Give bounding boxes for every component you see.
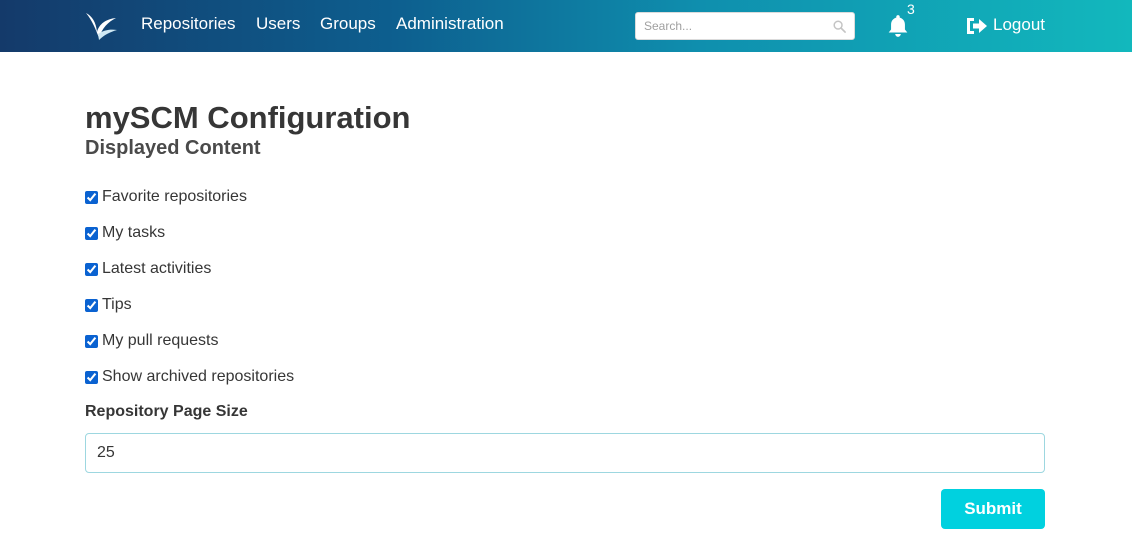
nav-item-users[interactable]: Users [256,14,300,34]
checkbox-label: Tips [102,296,132,313]
latest-activities-checkbox[interactable] [85,262,98,276]
checkbox-row-latest-activities[interactable]: Latest activities [85,259,211,279]
page-size-label: Repository Page Size [85,403,248,420]
tips-checkbox[interactable] [85,298,98,312]
nav-item-groups[interactable]: Groups [320,14,376,34]
logout-label: Logout [993,15,1045,34]
sign-out-icon [967,18,987,34]
page-size-input[interactable] [85,433,1045,473]
show-archived-repositories-checkbox[interactable] [85,370,98,384]
page-title: mySCM Configuration [85,100,411,135]
favorite-repositories-checkbox[interactable] [85,190,98,204]
search-icon[interactable] [833,20,846,33]
search-box [635,12,855,40]
submit-button[interactable]: Submit [941,489,1045,529]
checkbox-row-tips[interactable]: Tips [85,295,132,315]
my-pull-requests-checkbox[interactable] [85,334,98,348]
checkbox-label: My pull requests [102,332,219,349]
top-navbar: Repositories Users Groups Administration… [0,0,1132,52]
checkbox-row-my-tasks[interactable]: My tasks [85,223,165,243]
scm-logo-icon[interactable] [84,10,118,42]
my-tasks-checkbox[interactable] [85,226,98,240]
search-input[interactable] [636,13,826,39]
page-subtitle: Displayed Content [85,137,261,159]
nav-item-repositories[interactable]: Repositories [141,14,236,34]
checkbox-label: Favorite repositories [102,188,247,205]
checkbox-label: My tasks [102,224,166,241]
checkbox-row-show-archived-repositories[interactable]: Show archived repositories [85,367,294,387]
checkbox-row-favorite-repositories[interactable]: Favorite repositories [85,187,247,207]
checkbox-label: Latest activities [102,260,212,277]
notification-count: 3 [907,1,915,17]
checkbox-label: Show archived repositories [102,368,295,385]
checkbox-row-my-pull-requests[interactable]: My pull requests [85,331,219,351]
nav-item-administration[interactable]: Administration [396,14,504,34]
